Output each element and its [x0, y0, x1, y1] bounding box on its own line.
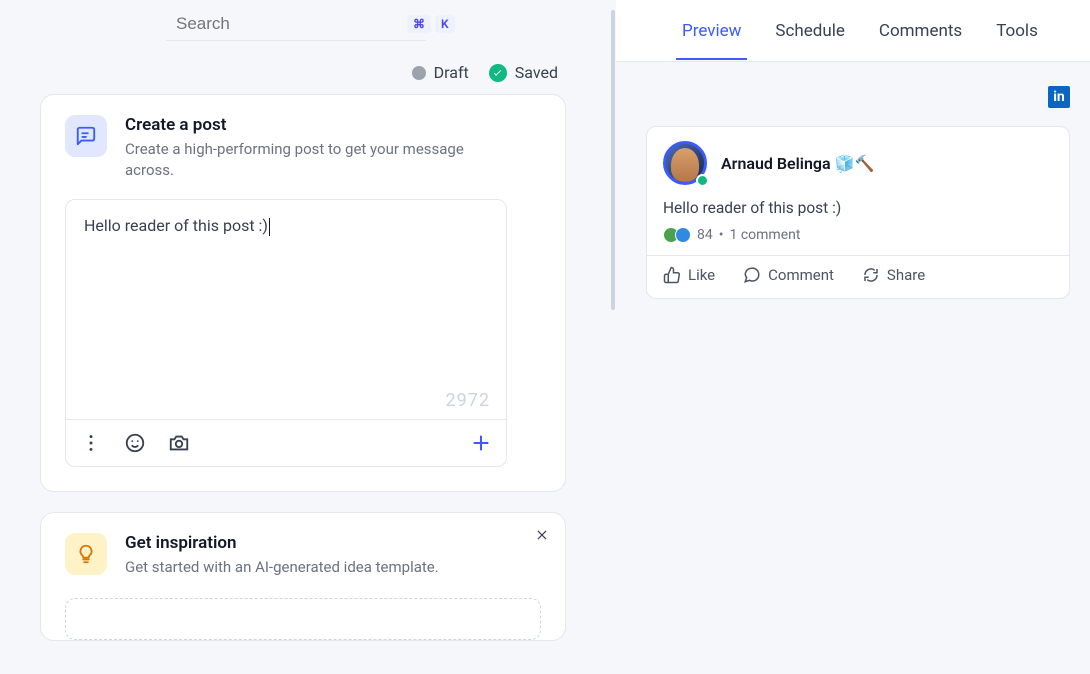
tab-preview[interactable]: Preview — [682, 3, 741, 59]
close-inspiration-button[interactable] — [535, 527, 549, 546]
kbd-k: K — [435, 15, 455, 33]
kbd-cmd: ⌘ — [407, 15, 431, 33]
like-button[interactable]: Like — [663, 266, 715, 284]
comment-label: Comment — [768, 266, 834, 284]
compose-subtitle: Create a high-performing post to get you… — [125, 139, 485, 181]
camera-icon[interactable] — [168, 432, 190, 454]
avatar — [663, 141, 707, 185]
inspiration-dropzone[interactable] — [65, 598, 541, 640]
text-caret — [269, 218, 270, 236]
comments-count: 1 comment — [729, 227, 800, 243]
emoji-icon[interactable] — [124, 432, 146, 454]
post-meta: 84 • 1 comment — [663, 227, 1053, 243]
tab-tools[interactable]: Tools — [996, 3, 1038, 59]
tab-schedule[interactable]: Schedule — [775, 3, 844, 59]
compose-icon — [65, 115, 107, 157]
right-panel: Preview Schedule Comments Tools in Arnau… — [616, 0, 1090, 674]
post-body: Hello reader of this post :) — [663, 199, 1053, 217]
draft-dot-icon — [412, 66, 426, 80]
lightbulb-icon — [65, 533, 107, 575]
check-icon — [489, 64, 507, 82]
left-scroll: Create a post Create a high-performing p… — [0, 94, 606, 674]
post-header: Arnaud Belinga 🧊🔨 — [663, 141, 1053, 185]
thumbs-up-icon — [663, 266, 681, 284]
search-bar[interactable]: ⌘ K — [166, 14, 426, 41]
search-input[interactable] — [176, 14, 397, 34]
like-label: Like — [688, 266, 715, 284]
share-button[interactable]: Share — [862, 266, 925, 284]
status-row: Draft Saved — [0, 63, 558, 82]
comment-button[interactable]: Comment — [743, 266, 834, 284]
linkedin-post-preview: Arnaud Belinga 🧊🔨 Hello reader of this p… — [646, 126, 1070, 299]
search-shortcut: ⌘ K — [407, 15, 455, 33]
add-icon[interactable] — [470, 432, 492, 454]
share-label: Share — [887, 266, 925, 284]
char-counter: 2972 — [66, 390, 506, 419]
status-saved-label: Saved — [515, 63, 558, 82]
linkedin-icon: in — [1048, 86, 1070, 108]
status-draft-label: Draft — [434, 63, 469, 82]
preview-body: in Arnaud Belinga 🧊🔨 Hello reader of thi… — [616, 62, 1090, 299]
compose-title: Create a post — [125, 115, 485, 135]
comment-icon — [743, 266, 761, 284]
compose-card: Create a post Create a high-performing p… — [40, 94, 566, 492]
status-draft: Draft — [412, 63, 469, 82]
post-textarea[interactable]: Hello reader of this post :) — [66, 200, 506, 390]
inspiration-card: Get inspiration Get started with an AI-g… — [40, 512, 566, 641]
presence-dot-icon — [696, 174, 709, 187]
reaction-count: 84 — [697, 227, 713, 243]
post-actions: Like Comment Share — [647, 255, 1069, 284]
editor-toolbar — [66, 419, 506, 466]
status-saved: Saved — [489, 63, 558, 82]
reaction-icons — [663, 227, 691, 243]
share-icon — [862, 266, 880, 284]
tab-comments[interactable]: Comments — [879, 3, 962, 59]
post-editor: Hello reader of this post :) 2972 — [65, 199, 507, 467]
inspiration-header: Get inspiration Get started with an AI-g… — [65, 533, 541, 578]
more-icon[interactable] — [80, 432, 102, 454]
reaction-like-icon — [675, 227, 691, 243]
inspiration-subtitle: Get started with an AI-generated idea te… — [125, 557, 439, 578]
compose-header: Create a post Create a high-performing p… — [65, 115, 541, 181]
inspiration-title: Get inspiration — [125, 533, 439, 553]
preview-tabs: Preview Schedule Comments Tools — [616, 0, 1090, 62]
post-text-content: Hello reader of this post :) — [84, 216, 268, 235]
post-author: Arnaud Belinga 🧊🔨 — [721, 154, 874, 173]
left-panel: ⌘ K Draft Saved — [0, 0, 616, 674]
